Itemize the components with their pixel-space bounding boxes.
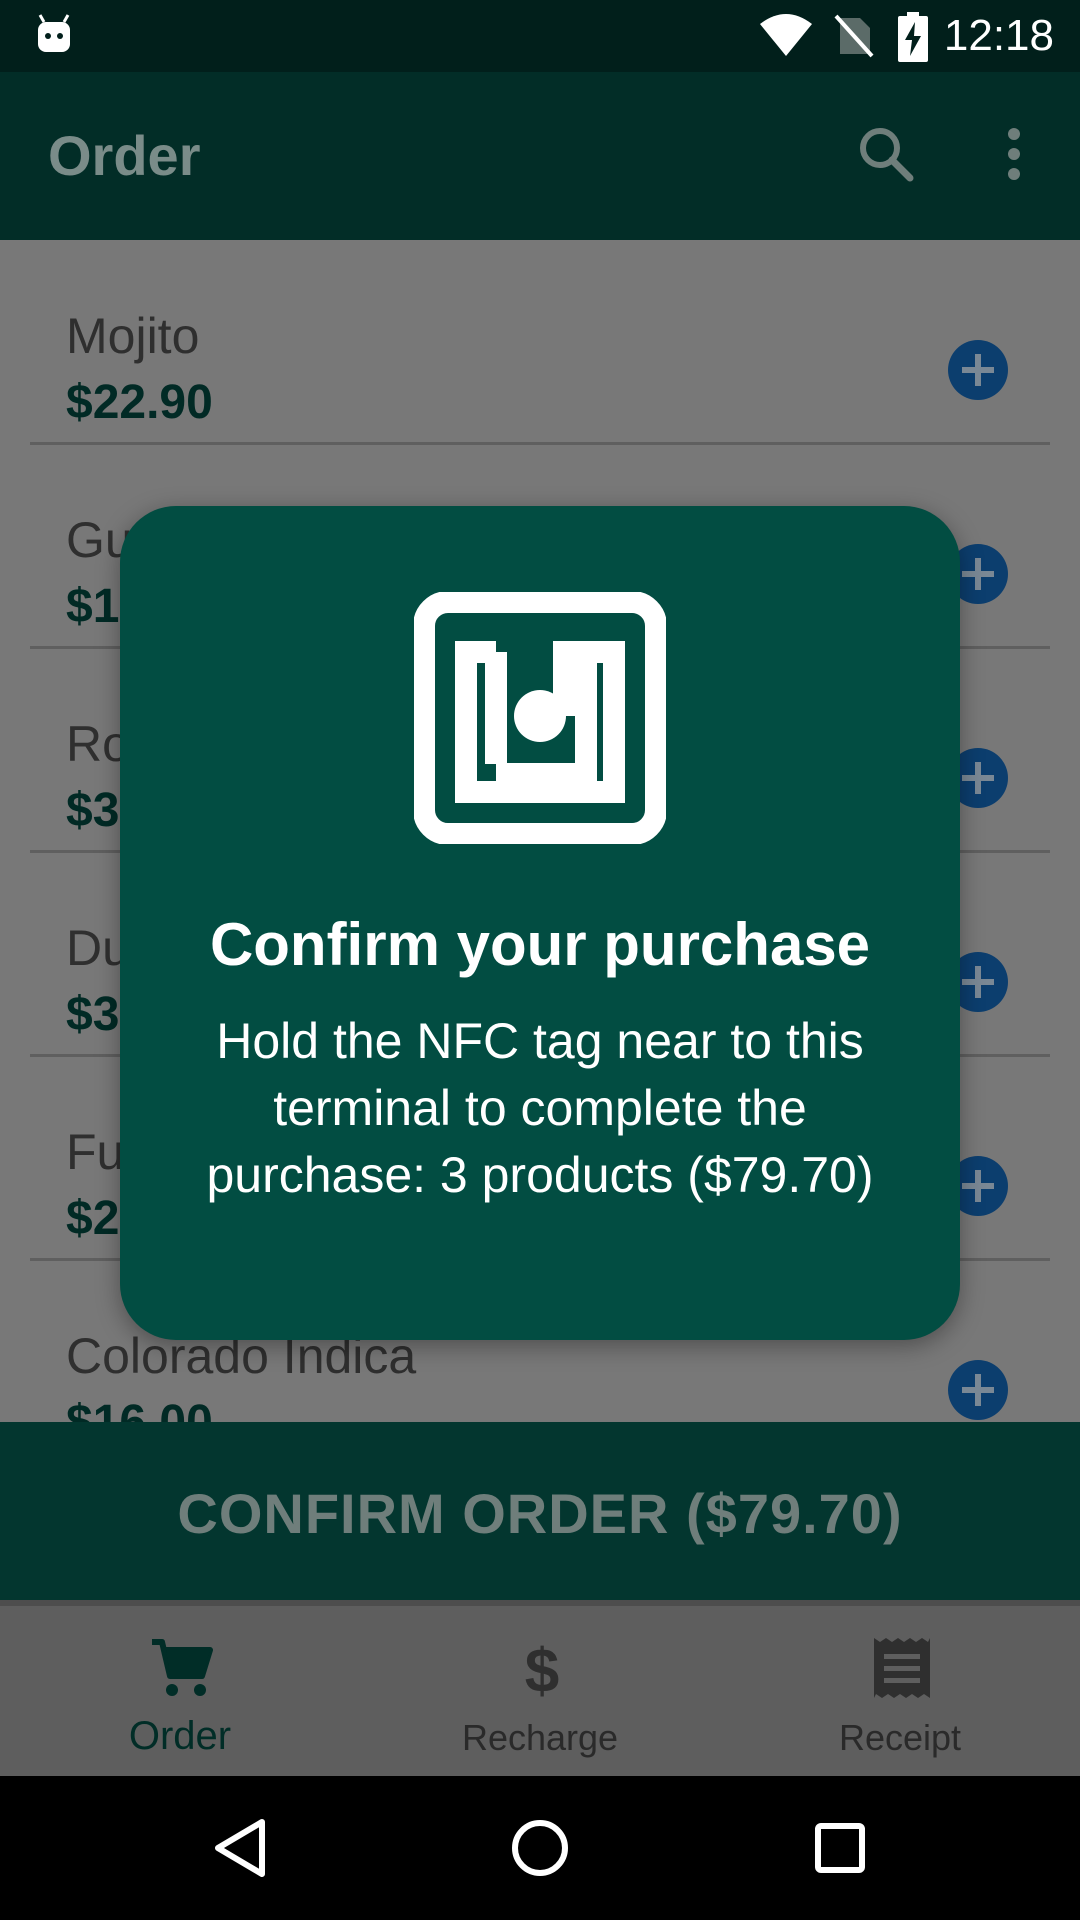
product-name: Fu: [66, 1124, 125, 1180]
home-icon[interactable]: [510, 1818, 570, 1878]
add-button[interactable]: [948, 1360, 1008, 1420]
receipt-icon: [874, 1638, 930, 1698]
nav-label-order: Order: [128, 1714, 232, 1758]
search-icon[interactable]: [856, 124, 916, 184]
list-item[interactable]: Mojito $22.90: [30, 240, 1050, 445]
product-name: Mojito: [66, 308, 200, 364]
product-price: $22.90: [66, 376, 213, 429]
nav-label-receipt: Receipt: [838, 1717, 962, 1758]
dialog-message: Hold the NFC tag near to this terminal t…: [206, 1013, 874, 1203]
svg-text:$: $: [525, 1637, 559, 1700]
confirm-order-button[interactable]: CONFIRM ORDER ($79.70): [0, 1422, 1080, 1600]
nfc-icon: [414, 592, 666, 844]
status-bar: 12:18: [0, 0, 1080, 72]
bottom-navigation: Order $ Recharge Receipt: [0, 1600, 1080, 1776]
app-bar: Order: [0, 72, 1080, 240]
product-price: $16.00: [66, 1396, 213, 1422]
app-bar-title: Order: [48, 124, 201, 187]
recents-icon[interactable]: [810, 1818, 870, 1878]
nav-label-recharge: Recharge: [461, 1717, 619, 1758]
cart-icon: [152, 1639, 213, 1696]
product-price: $3: [66, 784, 120, 837]
dialog-title: Confirm your purchase: [209, 911, 871, 978]
dollar-icon: $: [525, 1637, 559, 1700]
no-sim-icon: [834, 14, 874, 58]
more-vert-icon[interactable]: [996, 124, 1032, 184]
nav-item-receipt[interactable]: Receipt: [720, 1606, 1080, 1776]
back-icon[interactable]: [210, 1818, 270, 1878]
product-price: $2: [66, 1192, 120, 1245]
status-clock: 12:18: [943, 11, 1054, 60]
system-navigation-bar: [0, 1776, 1080, 1920]
product-price: $3: [66, 988, 120, 1041]
android-debug-icon: [38, 14, 70, 52]
nav-item-order[interactable]: Order: [0, 1606, 360, 1776]
product-price: $1: [66, 580, 120, 633]
add-button[interactable]: [948, 340, 1008, 400]
confirm-order-label: CONFIRM ORDER ($79.70): [177, 1482, 903, 1545]
nav-item-recharge[interactable]: $ Recharge: [360, 1606, 720, 1776]
wifi-icon: [760, 14, 812, 56]
battery-charging-icon: [898, 12, 928, 62]
confirm-purchase-dialog[interactable]: Confirm your purchase Hold the NFC tag n…: [120, 506, 960, 1340]
